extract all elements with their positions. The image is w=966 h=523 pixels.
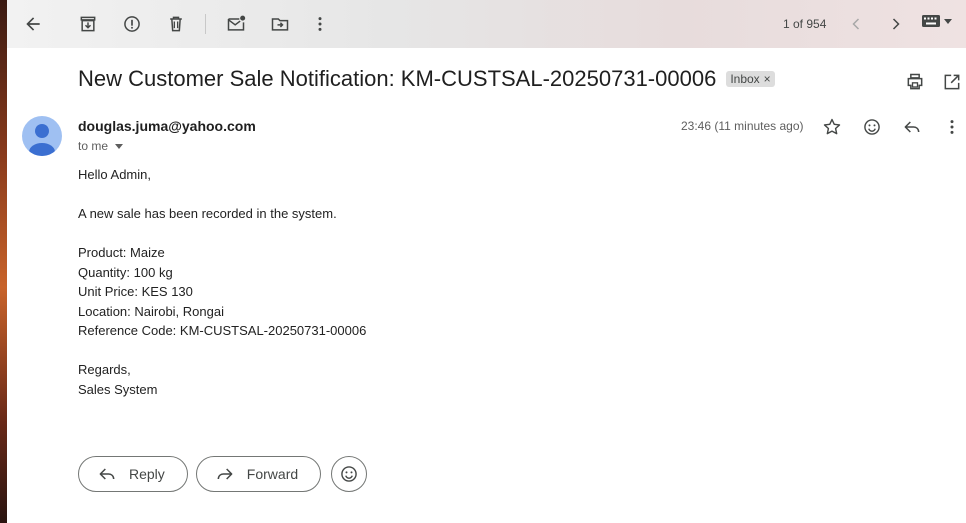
open-in-new-icon: [944, 74, 960, 90]
back-button[interactable]: [17, 8, 49, 40]
caret-down-icon: [115, 144, 124, 149]
chevron-left-icon: [852, 18, 860, 30]
arrow-back-icon: [26, 17, 40, 31]
toolbar: 1 of 954: [7, 0, 966, 48]
delete-button[interactable]: [160, 8, 192, 40]
message-more-button[interactable]: [938, 113, 966, 141]
email-timestamp: 23:46 (11 minutes ago): [681, 119, 804, 133]
email-window: 1 of 954 New Customer Sale Notification:…: [7, 0, 966, 523]
pager-count: 1 of 954: [783, 17, 827, 31]
newer-button[interactable]: [840, 8, 872, 40]
move-to-folder-icon: [271, 18, 289, 31]
add-reaction-button[interactable]: [858, 113, 886, 141]
avatar: [22, 116, 62, 156]
body-regards: Regards,: [78, 362, 131, 377]
reply-icon: [904, 121, 920, 133]
more-vert-icon: [950, 120, 954, 134]
email-subject: New Customer Sale Notification: KM-CUSTS…: [78, 66, 717, 91]
body-location: Location: Nairobi, Rongai: [78, 303, 224, 319]
delete-icon: [170, 16, 182, 32]
older-button[interactable]: [880, 8, 912, 40]
move-to-button[interactable]: [264, 8, 296, 40]
more-button[interactable]: [304, 8, 336, 40]
star-icon: [823, 118, 841, 135]
body-reference: Reference Code: KM-CUSTSAL-20250731-0000…: [78, 323, 367, 338]
chevron-right-icon: [892, 18, 900, 30]
star-button[interactable]: [818, 113, 846, 141]
print-button[interactable]: [899, 66, 931, 98]
reply-icon: [99, 468, 115, 480]
caret-down-icon: [944, 19, 952, 24]
reply-actions: Reply Forward: [78, 456, 368, 492]
remove-label-icon[interactable]: ×: [764, 72, 771, 86]
react-emoji-button[interactable]: [331, 456, 368, 492]
sender-email[interactable]: douglas.juma@yahoo.com: [78, 118, 256, 134]
person-icon: [29, 124, 55, 156]
emoji-icon: [341, 466, 357, 482]
toolbar-divider: [205, 14, 206, 34]
body-intro: A new sale has been recorded in the syst…: [78, 206, 337, 221]
body-product: Product: Maize: [78, 245, 165, 260]
subject-row: New Customer Sale Notification: KM-CUSTS…: [78, 66, 775, 92]
open-new-window-button[interactable]: [936, 66, 966, 98]
recipient-label: to me: [78, 139, 109, 153]
reply-icon-button[interactable]: [898, 113, 926, 141]
more-vert-icon: [318, 17, 322, 31]
forward-label: Forward: [246, 466, 299, 482]
forward-button[interactable]: Forward: [195, 456, 322, 492]
body-signature: Sales System: [78, 381, 158, 397]
mark-unread-icon: [227, 15, 246, 31]
body-quantity: Quantity: 100 kg: [78, 264, 173, 280]
email-body: Hello Admin, A new sale has been recorde…: [78, 165, 366, 399]
body-greeting: Hello Admin,: [78, 167, 151, 182]
forward-icon: [217, 468, 233, 480]
label-text: Inbox: [730, 72, 760, 86]
mark-unread-button[interactable]: [220, 8, 252, 40]
report-spam-button[interactable]: [116, 8, 148, 40]
input-tools-button[interactable]: [921, 14, 953, 28]
archive-button[interactable]: [72, 8, 104, 40]
report-spam-icon: [124, 16, 140, 32]
archive-icon: [80, 16, 96, 32]
keyboard-icon: [922, 15, 940, 27]
emoji-icon: [864, 119, 880, 135]
recipient-details[interactable]: to me: [78, 139, 126, 153]
body-unit-price: Unit Price: KES 130: [78, 284, 193, 299]
inbox-label-chip[interactable]: Inbox ×: [726, 71, 775, 87]
print-icon: [907, 73, 923, 90]
reply-label: Reply: [129, 466, 165, 482]
reply-button[interactable]: Reply: [78, 456, 188, 492]
